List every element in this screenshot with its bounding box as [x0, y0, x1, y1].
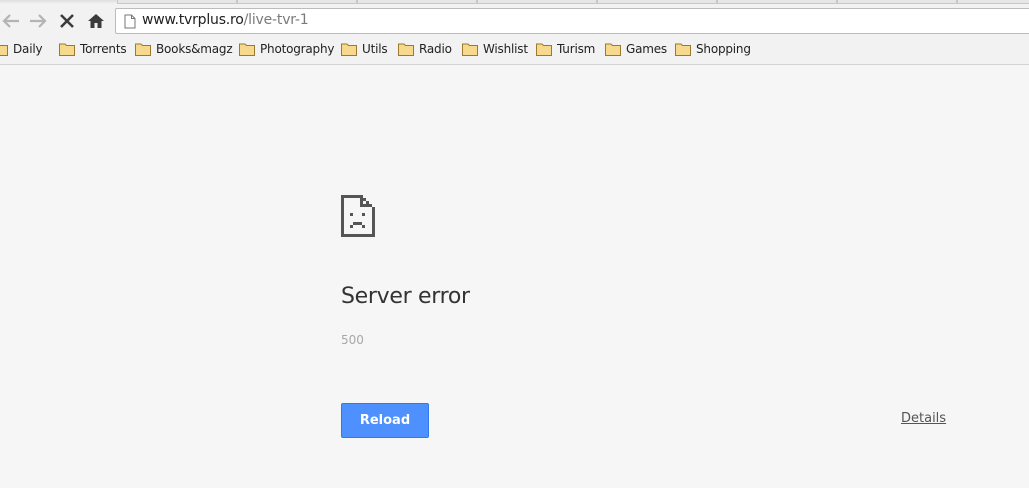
folder-icon — [59, 43, 75, 56]
details-link[interactable]: Details — [901, 411, 946, 426]
browser-toolbar: www.tvrplus.ro/live-tvr-1 Daily Torrents… — [0, 0, 1029, 65]
forward-button[interactable] — [27, 10, 49, 32]
bookmark-folder-wishlist[interactable]: Wishlist — [462, 40, 528, 58]
bookmark-label: Games — [626, 42, 667, 56]
error-code: 500 — [341, 333, 364, 347]
folder-icon — [536, 43, 552, 56]
bookmarks-bar: Daily Torrents Books&magz Photography Ut… — [0, 38, 1029, 60]
bookmark-folder-daily[interactable]: Daily — [0, 40, 43, 58]
bookmark-label: Wishlist — [483, 42, 528, 56]
bookmark-label: Turism — [557, 42, 596, 56]
bookmark-label: Photography — [260, 42, 335, 56]
tab[interactable] — [357, 0, 477, 4]
folder-icon — [462, 43, 478, 56]
sad-page-icon — [341, 195, 375, 237]
bookmark-folder-photography[interactable]: Photography — [239, 40, 334, 58]
folder-icon — [605, 43, 621, 56]
folder-icon — [675, 43, 691, 56]
tab[interactable] — [597, 0, 717, 4]
tab-strip — [0, 0, 1029, 4]
bookmark-label: Shopping — [696, 42, 751, 56]
bookmark-label: Radio — [419, 42, 452, 56]
url-path: /live-tvr-1 — [243, 12, 309, 28]
address-bar[interactable]: www.tvrplus.ro/live-tvr-1 — [115, 8, 1029, 34]
tab[interactable] — [477, 0, 597, 4]
tab[interactable] — [957, 0, 1029, 4]
folder-icon — [239, 43, 255, 56]
folder-icon — [135, 43, 151, 56]
bookmark-folder-turism[interactable]: Turism — [536, 40, 595, 58]
url-text[interactable]: www.tvrplus.ro/live-tvr-1 — [142, 12, 309, 28]
bookmark-folder-books[interactable]: Books&magz — [135, 40, 233, 58]
reload-button[interactable]: Reload — [341, 403, 429, 438]
bookmark-folder-games[interactable]: Games — [605, 40, 667, 58]
bookmark-folder-radio[interactable]: Radio — [398, 40, 452, 58]
back-button[interactable] — [0, 10, 22, 32]
bookmark-label: Torrents — [80, 42, 127, 56]
folder-icon — [0, 45, 8, 56]
forward-arrow-icon — [30, 14, 47, 28]
bookmark-folder-shopping[interactable]: Shopping — [675, 40, 751, 58]
bookmark-label: Daily — [13, 42, 43, 56]
home-icon — [88, 14, 104, 28]
bookmark-label: Books&magz — [156, 42, 233, 56]
folder-icon — [398, 43, 414, 56]
home-button[interactable] — [85, 10, 107, 32]
error-title: Server error — [341, 284, 470, 309]
page-icon — [124, 14, 136, 29]
bookmark-folder-utils[interactable]: Utils — [341, 40, 388, 58]
tab[interactable] — [237, 0, 357, 4]
tab[interactable] — [837, 0, 957, 4]
bookmark-folder-torrents[interactable]: Torrents — [59, 40, 127, 58]
stop-x-icon — [60, 14, 74, 28]
folder-icon — [341, 43, 357, 56]
error-page: Server error 500 Reload Details — [0, 65, 1029, 488]
tab[interactable] — [717, 0, 837, 4]
url-host: www.tvrplus.ro — [142, 12, 244, 28]
bookmark-label: Utils — [362, 42, 388, 56]
back-arrow-icon — [2, 14, 19, 28]
tab[interactable] — [117, 0, 237, 4]
stop-button[interactable] — [56, 10, 78, 32]
